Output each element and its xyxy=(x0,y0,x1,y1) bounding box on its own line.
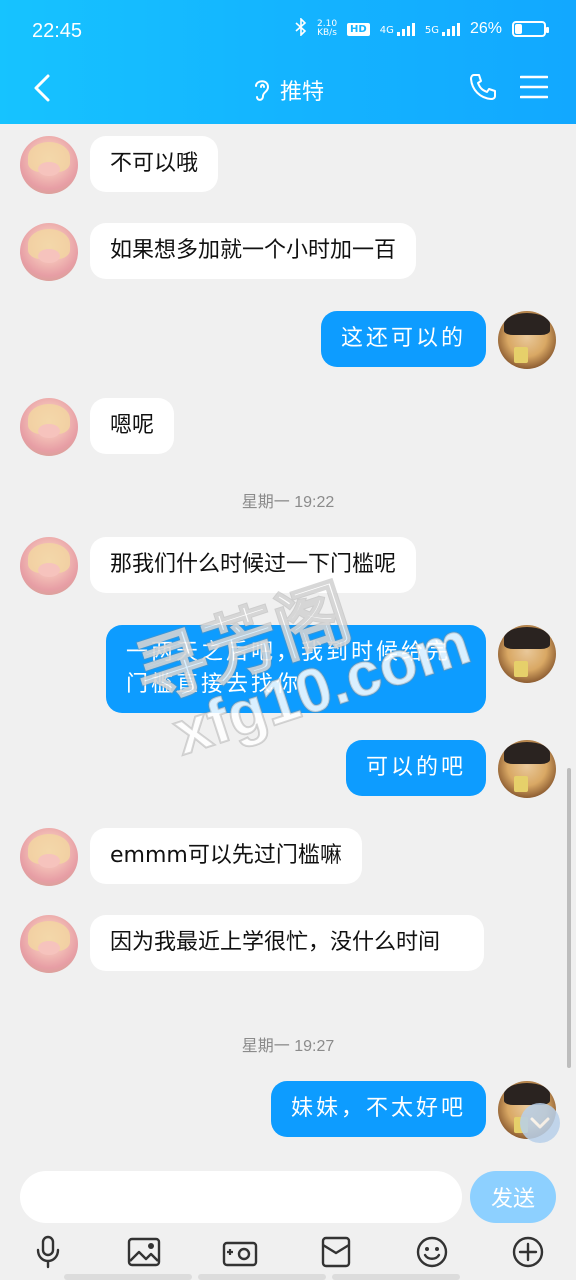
contact-avatar[interactable] xyxy=(20,223,78,281)
gesture-bar xyxy=(64,1274,192,1280)
message-bubble-outgoing[interactable]: 可以的吧 xyxy=(345,740,486,796)
status-bar: 22:45 2.10 KB/s HD 4G 5G 26% xyxy=(0,0,576,62)
gesture-bar xyxy=(198,1274,326,1280)
message-bubble-outgoing[interactable]: 妹妹，不太好吧 xyxy=(270,1081,486,1137)
self-avatar[interactable] xyxy=(498,740,556,798)
signal-bars-icon xyxy=(441,22,460,36)
bluetooth-icon xyxy=(295,17,307,40)
signal-bars-icon xyxy=(396,22,415,36)
contact-avatar[interactable] xyxy=(20,398,78,456)
signal-4g: 4G xyxy=(380,22,415,36)
message-bubble-incoming[interactable]: emmm可以先过门槛嘛 xyxy=(90,828,362,884)
contact-avatar[interactable] xyxy=(20,537,78,595)
microphone-icon[interactable] xyxy=(28,1232,68,1272)
net-speed-unit: KB/s xyxy=(317,28,337,38)
chat-area[interactable]: 不可以哦 如果想多加就一个小时加一百 这还可以的 嗯呢 星期一 19:22 那我… xyxy=(0,124,576,1158)
message-bubble-incoming[interactable]: 嗯呢 xyxy=(90,398,175,454)
red-packet-icon[interactable] xyxy=(316,1232,356,1272)
net-5g-label: 5G xyxy=(424,25,439,36)
message-bubble-incoming[interactable]: 因为我最近上学很忙，没什么时间 xyxy=(90,915,484,971)
chevron-down-icon xyxy=(530,1117,550,1129)
net-4g-label: 4G xyxy=(379,25,394,36)
scrollbar[interactable] xyxy=(567,768,571,1068)
self-avatar[interactable] xyxy=(498,311,556,369)
page-title: 推特 xyxy=(279,80,324,105)
battery-icon xyxy=(512,21,549,37)
status-icons: 2.10 KB/s HD 4G 5G 26% xyxy=(295,17,549,40)
phone-icon[interactable] xyxy=(468,72,498,106)
composer: 发送 xyxy=(0,1158,576,1280)
message-bubble-incoming[interactable]: 如果想多加就一个小时加一百 xyxy=(90,223,417,279)
scroll-down-button[interactable] xyxy=(520,1103,560,1143)
message-input[interactable] xyxy=(20,1171,462,1223)
ear-icon xyxy=(252,80,280,105)
nav-bar: 推特 xyxy=(0,62,576,118)
self-avatar[interactable] xyxy=(498,625,556,683)
timestamp: 星期一 19:27 xyxy=(241,1038,335,1055)
camera-icon[interactable] xyxy=(220,1232,260,1272)
image-icon[interactable] xyxy=(124,1232,164,1272)
message-bubble-incoming[interactable]: 不可以哦 xyxy=(90,136,219,192)
hd-badge: HD xyxy=(347,22,370,36)
status-time: 22:45 xyxy=(32,20,83,42)
timestamp: 星期一 19:22 xyxy=(241,494,335,511)
gesture-bar xyxy=(332,1274,460,1280)
contact-avatar[interactable] xyxy=(20,828,78,886)
toolbar xyxy=(0,1230,576,1274)
plus-icon[interactable] xyxy=(508,1232,548,1272)
message-bubble-incoming[interactable]: 那我们什么时候过一下门槛呢 xyxy=(90,537,417,593)
contact-avatar[interactable] xyxy=(20,915,78,973)
battery-percent: 26% xyxy=(469,20,502,37)
emoji-icon[interactable] xyxy=(412,1232,452,1272)
menu-icon[interactable] xyxy=(519,74,549,104)
message-bubble-outgoing[interactable]: 一两天之后吧，我到时候给完门槛直接去找你 xyxy=(106,625,486,713)
contact-avatar[interactable] xyxy=(20,136,78,194)
send-button[interactable]: 发送 xyxy=(470,1171,556,1223)
battery-fill xyxy=(515,24,522,34)
message-bubble-outgoing[interactable]: 这还可以的 xyxy=(320,311,486,367)
signal-5g: 5G xyxy=(425,22,460,36)
net-speed: 2.10 KB/s xyxy=(317,20,337,38)
header: 22:45 2.10 KB/s HD 4G 5G 26% 推特 xyxy=(0,0,576,124)
